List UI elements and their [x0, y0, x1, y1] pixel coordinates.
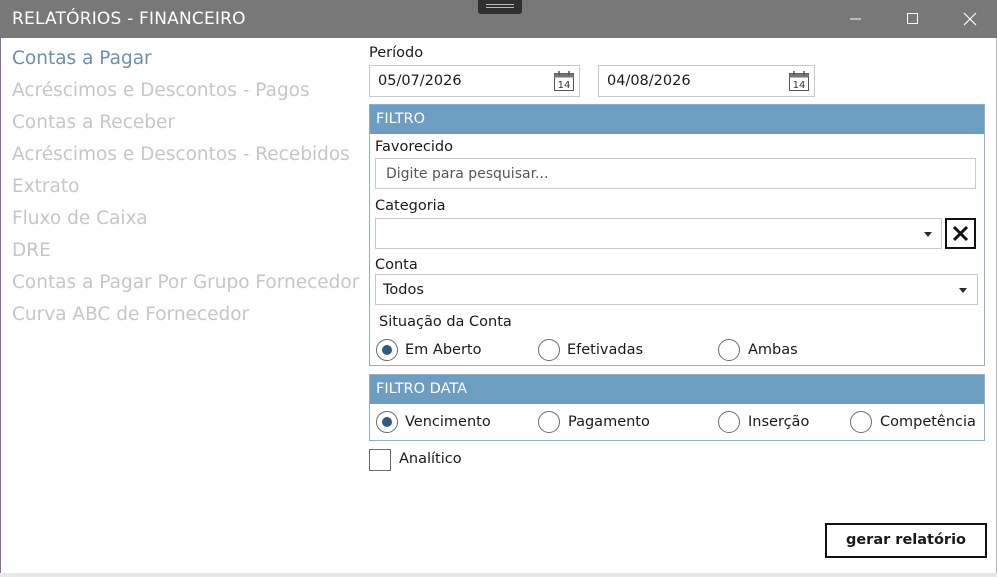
- nav-item-acrescimos-pagos[interactable]: Acréscimos e Descontos - Pagos: [12, 80, 310, 101]
- minimize-button[interactable]: [828, 0, 884, 38]
- close-icon: [963, 12, 977, 26]
- situacao-label: Situação da Conta: [379, 314, 512, 330]
- start-date-value: 05/07/2026: [378, 73, 462, 89]
- gerar-relatorio-button[interactable]: gerar relatório: [825, 523, 987, 558]
- radio-em-aberto[interactable]: [376, 339, 398, 361]
- calendar-day: 14: [558, 80, 571, 91]
- radio-label-ambas: Ambas: [748, 342, 798, 358]
- window-border: [0, 38, 1, 577]
- window-title: RELATÓRIOS - FINANCEIRO: [12, 9, 246, 29]
- conta-value: Todos: [383, 282, 424, 298]
- filtro-header-label: FILTRO: [376, 111, 426, 127]
- nav-item-contas-a-pagar[interactable]: Contas a Pagar: [12, 48, 152, 69]
- clear-categoria-button[interactable]: [945, 218, 976, 249]
- nav-item-fluxo-de-caixa[interactable]: Fluxo de Caixa: [12, 208, 148, 229]
- end-date-value: 04/08/2026: [607, 73, 691, 89]
- filtro-data-group: FILTRO DATA Vencimento Pagamento Inserçã…: [369, 374, 985, 441]
- maximize-button[interactable]: [885, 0, 941, 38]
- end-date-field[interactable]: 04/08/2026 14: [598, 65, 815, 97]
- categoria-label: Categoria: [375, 198, 446, 214]
- chevron-down-icon: [959, 288, 967, 293]
- nav-item-acrescimos-recebidos[interactable]: Acréscimos e Descontos - Recebidos: [12, 144, 350, 165]
- close-icon: [952, 225, 969, 242]
- favorecido-label: Favorecido: [375, 139, 453, 155]
- title-bar: RELATÓRIOS - FINANCEIRO: [0, 0, 997, 38]
- radio-label-vencimento: Vencimento: [405, 414, 491, 430]
- radio-pagamento[interactable]: [538, 411, 560, 433]
- filtro-data-header-label: FILTRO DATA: [376, 381, 468, 397]
- filtro-header: FILTRO: [370, 105, 984, 134]
- conta-select[interactable]: Todos: [375, 274, 978, 305]
- radio-insercao[interactable]: [718, 411, 740, 433]
- conta-label: Conta: [375, 257, 418, 273]
- radio-label-competencia: Competência: [880, 414, 976, 430]
- analitico-label: Analítico: [399, 451, 462, 467]
- nav-item-contas-a-receber[interactable]: Contas a Receber: [12, 112, 175, 133]
- analitico-checkbox[interactable]: [369, 449, 391, 471]
- maximize-icon: [907, 13, 918, 24]
- periodo-label: Período: [369, 45, 424, 61]
- start-date-field[interactable]: 05/07/2026 14: [369, 65, 580, 97]
- nav-item-curva-abc-fornecedor[interactable]: Curva ABC de Fornecedor: [12, 304, 249, 325]
- nav-item-extrato[interactable]: Extrato: [12, 176, 79, 197]
- radio-label-em-aberto: Em Aberto: [405, 342, 482, 358]
- radio-ambas[interactable]: [718, 339, 740, 361]
- filtro-group: FILTRO Favorecido Digite para pesquisar.…: [369, 104, 985, 366]
- radio-label-pagamento: Pagamento: [568, 414, 650, 430]
- window-border: [0, 573, 997, 577]
- calendar-icon[interactable]: 14: [788, 70, 810, 92]
- drag-handle[interactable]: [478, 0, 522, 14]
- radio-label-insercao: Inserção: [748, 414, 810, 430]
- radio-competencia[interactable]: [850, 411, 872, 433]
- close-button[interactable]: [942, 0, 997, 38]
- categoria-select[interactable]: [375, 218, 942, 249]
- calendar-day: 14: [793, 80, 806, 91]
- filtro-data-header: FILTRO DATA: [370, 375, 984, 404]
- radio-vencimento[interactable]: [376, 411, 398, 433]
- chevron-down-icon: [924, 232, 932, 237]
- radio-efetivadas[interactable]: [538, 339, 560, 361]
- favorecido-search-input[interactable]: Digite para pesquisar...: [375, 158, 976, 189]
- favorecido-placeholder: Digite para pesquisar...: [386, 166, 549, 182]
- nav-item-contas-por-grupo-fornecedor[interactable]: Contas a Pagar Por Grupo Fornecedor: [12, 272, 359, 293]
- radio-label-efetivadas: Efetivadas: [567, 342, 644, 358]
- calendar-icon[interactable]: 14: [553, 70, 575, 92]
- nav-item-dre[interactable]: DRE: [12, 240, 51, 261]
- minimize-icon: [850, 18, 861, 20]
